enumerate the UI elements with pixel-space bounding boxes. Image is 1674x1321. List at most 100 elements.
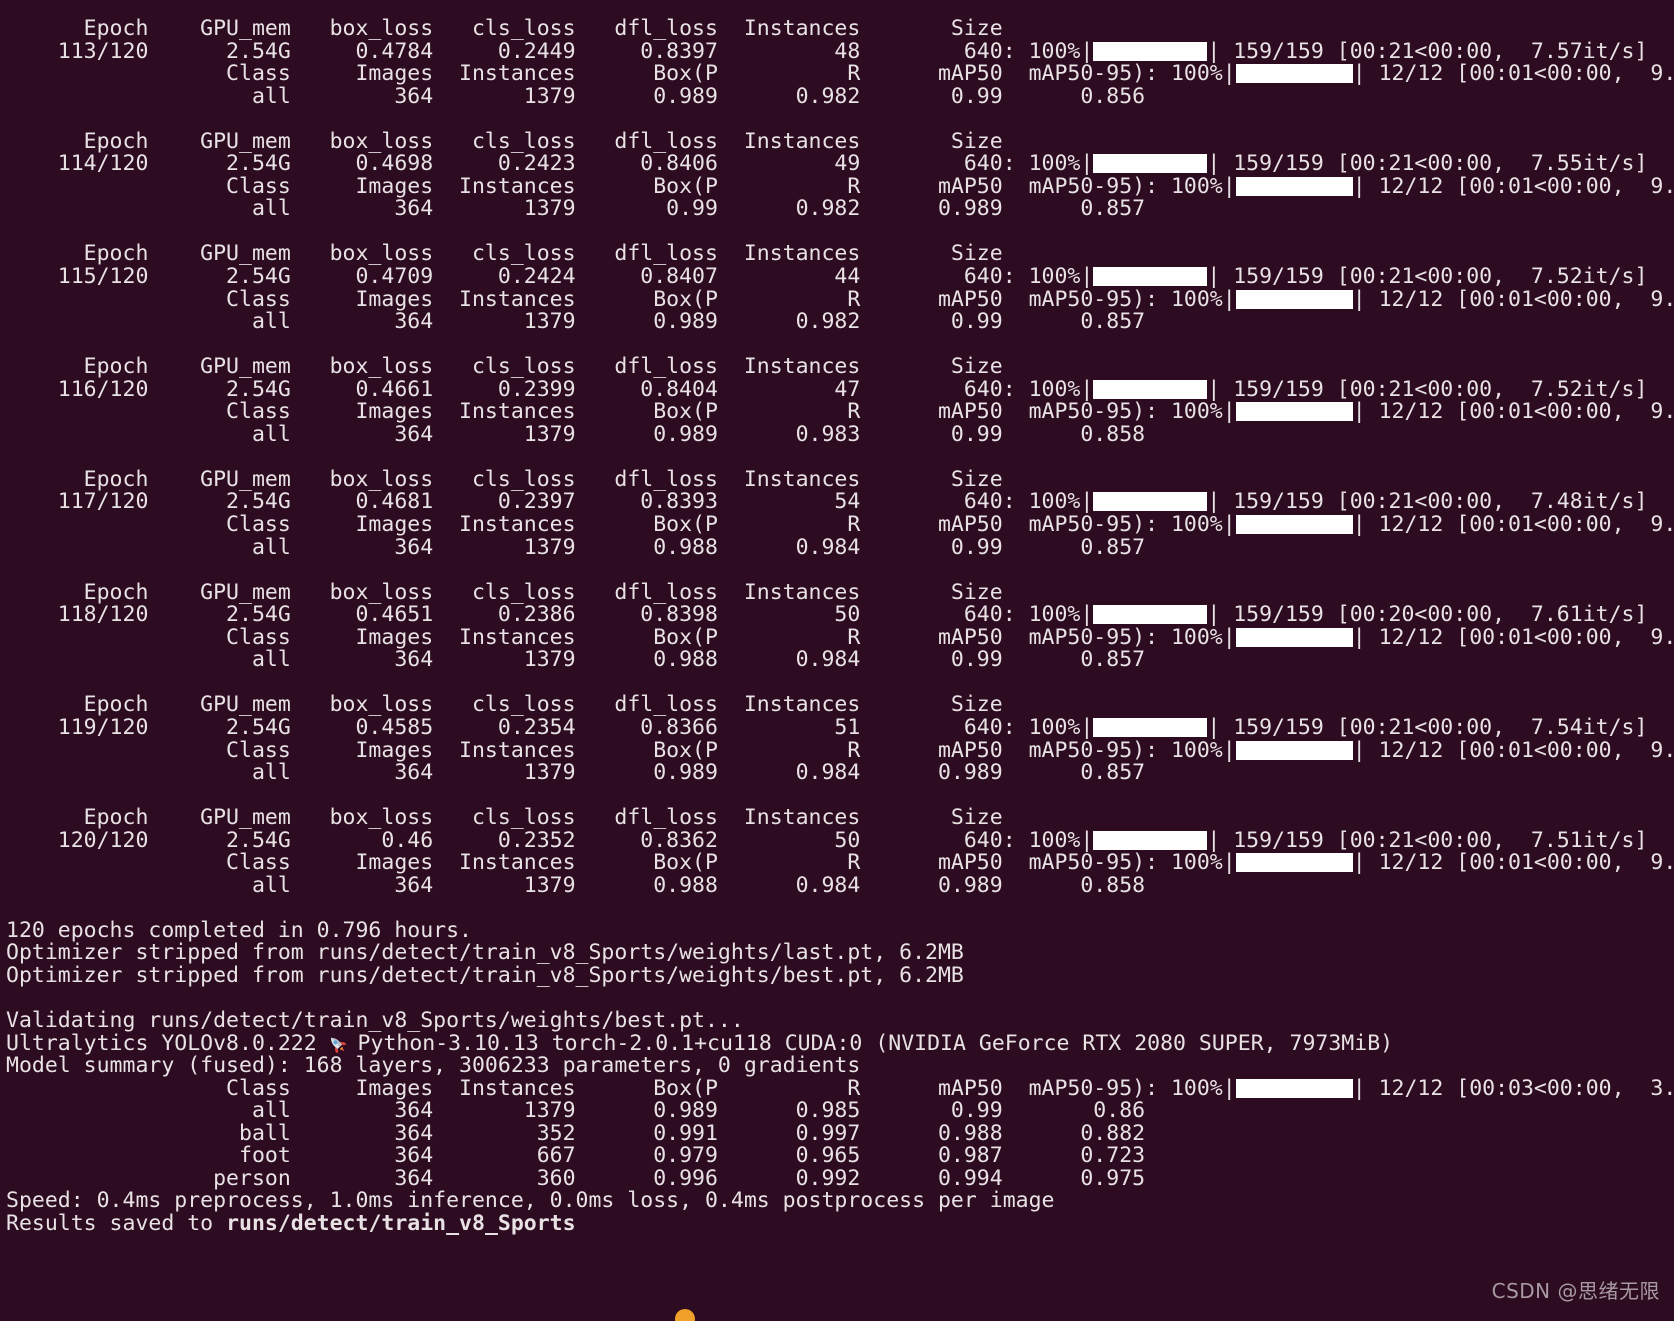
val-progress-bar: [1235, 402, 1353, 422]
val-progress-bar: [1235, 64, 1353, 84]
model-summary-line: Model summary (fused): 168 layers, 30062…: [6, 1053, 861, 1079]
train-progress-tail: | 159/159 [00:21<00:00, 7.52it/s]: [1207, 264, 1648, 290]
final-row-person: person 364 360 0.996 0.992 0.994 0.975: [6, 1165, 1146, 1191]
val-progress-tail: | 12/12 [00:01<00:00, 9.72it/s]: [1352, 737, 1674, 763]
train-progress-bar: [1093, 605, 1208, 625]
train-progress-bar: [1093, 154, 1208, 174]
val-header-text: Class Images Instances Box(P R mAP50 mAP…: [6, 399, 1236, 425]
val-progress-tail: | 12/12 [00:01<00:00, 9.55it/s]: [1352, 399, 1674, 425]
epoch-progress-text: 117/120 2.54G 0.4681 0.2397 0.8393 54 64…: [6, 489, 1094, 515]
epoch-results-row: all 364 1379 0.989 0.983 0.99 0.858: [6, 421, 1146, 447]
train-header: Epoch GPU_mem box_loss cls_loss dfl_loss…: [6, 805, 1003, 831]
val-header-text: Class Images Instances Box(P R mAP50 mAP…: [6, 286, 1236, 312]
train-progress-bar: [1093, 830, 1208, 850]
epoch-progress-row: 118/120 2.54G 0.4651 0.2386 0.8398 50 64…: [0, 602, 1674, 628]
final-val-header-row: Class Images Instances Box(P R mAP50 mAP…: [0, 1075, 1674, 1101]
epoch-results-row: all 364 1379 0.988 0.984 0.989 0.858: [6, 872, 1146, 898]
val-progress-tail: | 12/12 [00:01<00:00, 9.58it/s]: [1352, 850, 1674, 876]
train-header: Epoch GPU_mem box_loss cls_loss dfl_loss…: [6, 579, 1003, 605]
epoch-progress-row: 120/120 2.54G 0.46 0.2352 0.8362 50 640:…: [0, 827, 1674, 853]
epoch-progress-row: 114/120 2.54G 0.4698 0.2423 0.8406 49 64…: [0, 153, 1674, 176]
train-header: Epoch GPU_mem box_loss cls_loss dfl_loss…: [6, 128, 1003, 154]
train-progress-tail: | 159/159 [00:21<00:00, 7.54it/s]: [1207, 714, 1648, 740]
val-header-row: Class Images Instances Box(P R mAP50 mAP…: [0, 624, 1674, 650]
epoch-progress-text: 116/120 2.54G 0.4661 0.2399 0.8404 47 64…: [6, 376, 1094, 402]
epochs-completed-line: 120 epochs completed in 0.796 hours.: [6, 917, 472, 943]
train-progress-tail: | 159/159 [00:21<00:00, 7.55it/s]: [1207, 151, 1648, 177]
partial-emoji-icon: [672, 1303, 698, 1321]
final-row-foot: foot 364 667 0.979 0.965 0.987 0.723: [6, 1143, 1146, 1169]
ultralytics-suffix: Python-3.10.13 torch-2.0.1+cu118 CUDA:0 …: [344, 1030, 1394, 1056]
train-progress-tail: | 159/159 [00:21<00:00, 7.48it/s]: [1207, 489, 1648, 515]
train-progress-bar: [1093, 717, 1208, 737]
optimizer-best-line: Optimizer stripped from runs/detect/trai…: [6, 962, 964, 988]
epoch-progress-row: 117/120 2.54G 0.4681 0.2397 0.8393 54 64…: [0, 491, 1674, 514]
val-header-row: Class Images Instances Box(P R mAP50 mAP…: [0, 512, 1674, 538]
val-header-text: Class Images Instances Box(P R mAP50 mAP…: [6, 173, 1236, 199]
epoch-progress-row: 113/120 2.54G 0.4784 0.2449 0.8397 48 64…: [0, 38, 1674, 64]
val-header-row: Class Images Instances Box(P R mAP50 mAP…: [0, 401, 1674, 424]
epoch-progress-text: 114/120 2.54G 0.4698 0.2423 0.8406 49 64…: [6, 151, 1094, 177]
train-progress-tail: | 159/159 [00:21<00:00, 7.57it/s]: [1207, 38, 1648, 64]
val-progress-tail: | 12/12 [00:01<00:00, 9.78it/s]: [1352, 173, 1674, 199]
val-header-text: Class Images Instances Box(P R mAP50 mAP…: [6, 61, 1236, 87]
val-header-row: Class Images Instances Box(P R mAP50 mAP…: [0, 850, 1674, 876]
final-val-progress-bar: [1235, 1078, 1353, 1098]
validating-line: Validating runs/detect/train_v8_Sports/w…: [6, 1008, 744, 1034]
epoch-results-row: all 364 1379 0.99 0.982 0.989 0.857: [6, 196, 1146, 222]
train-progress-tail: | 159/159 [00:21<00:00, 7.52it/s]: [1207, 376, 1648, 402]
final-val-progress-tail: | 12/12 [00:03<00:00, 3.27it/s]: [1352, 1075, 1674, 1101]
val-progress-bar: [1235, 289, 1353, 309]
epoch-progress-text: 120/120 2.54G 0.46 0.2352 0.8362 50 640:…: [6, 827, 1094, 853]
val-header-text: Class Images Instances Box(P R mAP50 mAP…: [6, 737, 1236, 763]
epoch-results-row: all 364 1379 0.989 0.984 0.989 0.857: [6, 760, 1146, 786]
epoch-progress-text: 118/120 2.54G 0.4651 0.2386 0.8398 50 64…: [6, 602, 1094, 628]
epoch-progress-text: 113/120 2.54G 0.4784 0.2449 0.8397 48 64…: [6, 38, 1094, 64]
val-header-row: Class Images Instances Box(P R mAP50 mAP…: [0, 61, 1674, 87]
train-header: Epoch GPU_mem box_loss cls_loss dfl_loss…: [6, 16, 1003, 41]
val-progress-tail: | 12/12 [00:01<00:00, 9.76it/s]: [1352, 512, 1674, 538]
ultralytics-version-line: Ultralytics YOLOv8.0.222 Python-3.10.13 …: [0, 1030, 1674, 1056]
epoch-progress-row: 119/120 2.54G 0.4585 0.2354 0.8366 51 64…: [0, 714, 1674, 740]
results-saved-prefix: Results saved to: [6, 1210, 227, 1236]
final-row-all: all 364 1379 0.989 0.985 0.99 0.86: [6, 1098, 1146, 1124]
final-val-header-text: Class Images Instances Box(P R mAP50 mAP…: [6, 1075, 1236, 1101]
epoch-progress-text: 115/120 2.54G 0.4709 0.2424 0.8407 44 64…: [6, 264, 1094, 290]
val-header-row: Class Images Instances Box(P R mAP50 mAP…: [0, 173, 1674, 199]
watermark: CSDN @思绪无限: [1491, 1279, 1660, 1304]
val-progress-tail: | 12/12 [00:01<00:00, 9.81it/s]: [1352, 61, 1674, 87]
val-progress-tail: | 12/12 [00:01<00:00, 9.60it/s]: [1352, 624, 1674, 650]
optimizer-last-line: Optimizer stripped from runs/detect/trai…: [6, 940, 964, 966]
epoch-progress-row: 116/120 2.54G 0.4661 0.2399 0.8404 47 64…: [0, 376, 1674, 402]
results-saved-line: Results saved to runs/detect/train_v8_Sp…: [0, 1210, 1674, 1236]
terminal-window: Epoch GPU_mem box_loss cls_loss dfl_loss…: [0, 0, 1674, 1321]
train-progress-bar: [1093, 41, 1208, 61]
train-progress-tail: | 159/159 [00:20<00:00, 7.61it/s]: [1207, 602, 1648, 628]
val-progress-bar: [1235, 627, 1353, 647]
speed-line: Speed: 0.4ms preprocess, 1.0ms inference…: [6, 1188, 1055, 1214]
val-header-text: Class Images Instances Box(P R mAP50 mAP…: [6, 624, 1236, 650]
val-progress-bar: [1235, 740, 1353, 760]
ultralytics-prefix: Ultralytics YOLOv8.0.222: [6, 1030, 330, 1056]
train-progress-tail: | 159/159 [00:21<00:00, 7.51it/s]: [1207, 827, 1648, 853]
epoch-results-row: all 364 1379 0.988 0.984 0.99 0.857: [6, 534, 1146, 560]
val-progress-bar: [1235, 176, 1353, 196]
val-progress-tail: | 12/12 [00:01<00:00, 9.70it/s]: [1352, 286, 1674, 312]
val-progress-bar: [1235, 515, 1353, 535]
train-progress-bar: [1093, 492, 1208, 512]
epoch-results-row: all 364 1379 0.989 0.982 0.99 0.856: [6, 83, 1146, 109]
val-header-text: Class Images Instances Box(P R mAP50 mAP…: [6, 850, 1236, 876]
rocket-icon: [330, 1034, 347, 1054]
train-header: Epoch GPU_mem box_loss cls_loss dfl_loss…: [6, 354, 1003, 380]
results-saved-path: runs/detect/train_v8_Sports: [226, 1210, 576, 1236]
train-progress-bar: [1093, 379, 1208, 399]
train-header: Epoch GPU_mem box_loss cls_loss dfl_loss…: [6, 466, 1003, 492]
